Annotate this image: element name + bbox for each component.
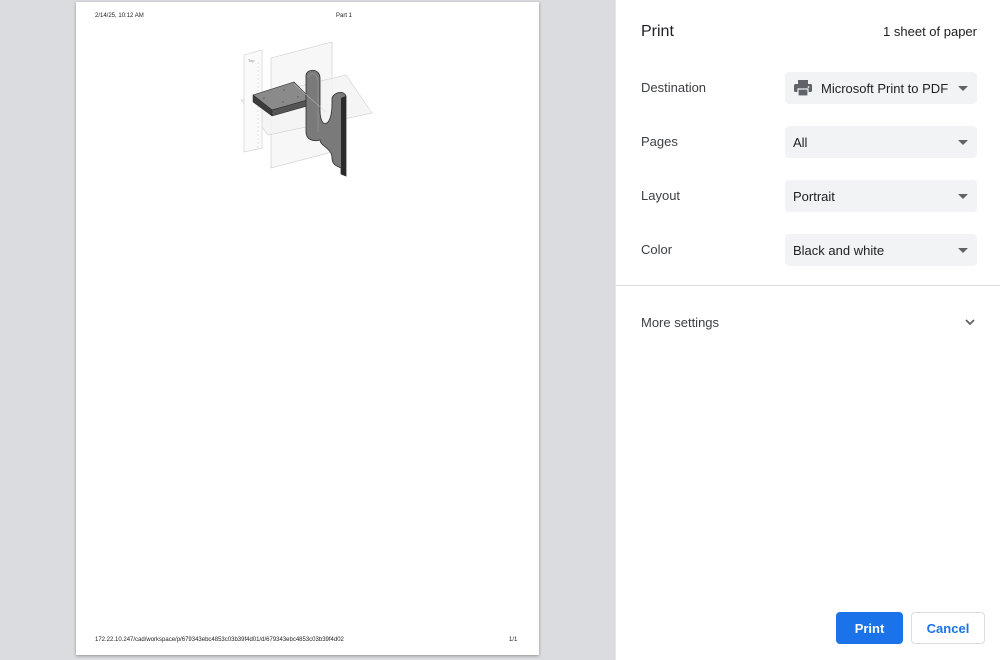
layout-value: Portrait	[793, 188, 835, 204]
cancel-button[interactable]: Cancel	[911, 612, 985, 644]
color-select[interactable]: Black and white	[785, 234, 977, 266]
dropdown-arrow-icon	[958, 247, 968, 253]
sheet-count: 1 sheet of paper	[883, 24, 977, 39]
pages-select[interactable]: All	[785, 126, 977, 158]
destination-value: Microsoft Print to PDF	[821, 80, 949, 96]
page-header-date: 2/14/25, 10:12 AM	[95, 13, 144, 19]
cad-part-drawing: Top	[240, 41, 373, 177]
page-footer-url: 172.22.10.247/cad/workspace/p/679343ebc4…	[95, 637, 344, 643]
print-preview-area: 2/14/25, 10:12 AM Part 1 Top 172.22.10.2…	[0, 0, 615, 660]
printer-icon	[794, 80, 812, 96]
print-button[interactable]: Print	[836, 612, 903, 644]
destination-select[interactable]: Microsoft Print to PDF	[785, 72, 977, 104]
dropdown-arrow-icon	[958, 139, 968, 145]
page-footer-number: 1/1	[509, 637, 518, 643]
pages-label: Pages	[641, 134, 678, 149]
print-title: Print	[641, 23, 674, 40]
print-settings-panel: Print 1 sheet of paper Destination Micro…	[615, 0, 1000, 660]
layout-label: Layout	[641, 188, 681, 203]
dropdown-arrow-icon	[958, 193, 968, 199]
color-label: Color	[641, 242, 673, 257]
divider	[616, 285, 1000, 286]
more-settings-toggle[interactable]: More settings	[641, 309, 977, 335]
preview-page: 2/14/25, 10:12 AM Part 1 Top 172.22.10.2…	[76, 2, 539, 655]
svg-text:Top: Top	[248, 58, 255, 63]
dropdown-arrow-icon	[958, 85, 968, 91]
page-header-title: Part 1	[336, 13, 353, 19]
destination-label: Destination	[641, 80, 707, 95]
more-settings-label: More settings	[641, 314, 720, 330]
layout-select[interactable]: Portrait	[785, 180, 977, 212]
pages-value: All	[793, 134, 808, 150]
chevron-down-icon	[965, 319, 975, 326]
color-value: Black and white	[793, 242, 885, 258]
